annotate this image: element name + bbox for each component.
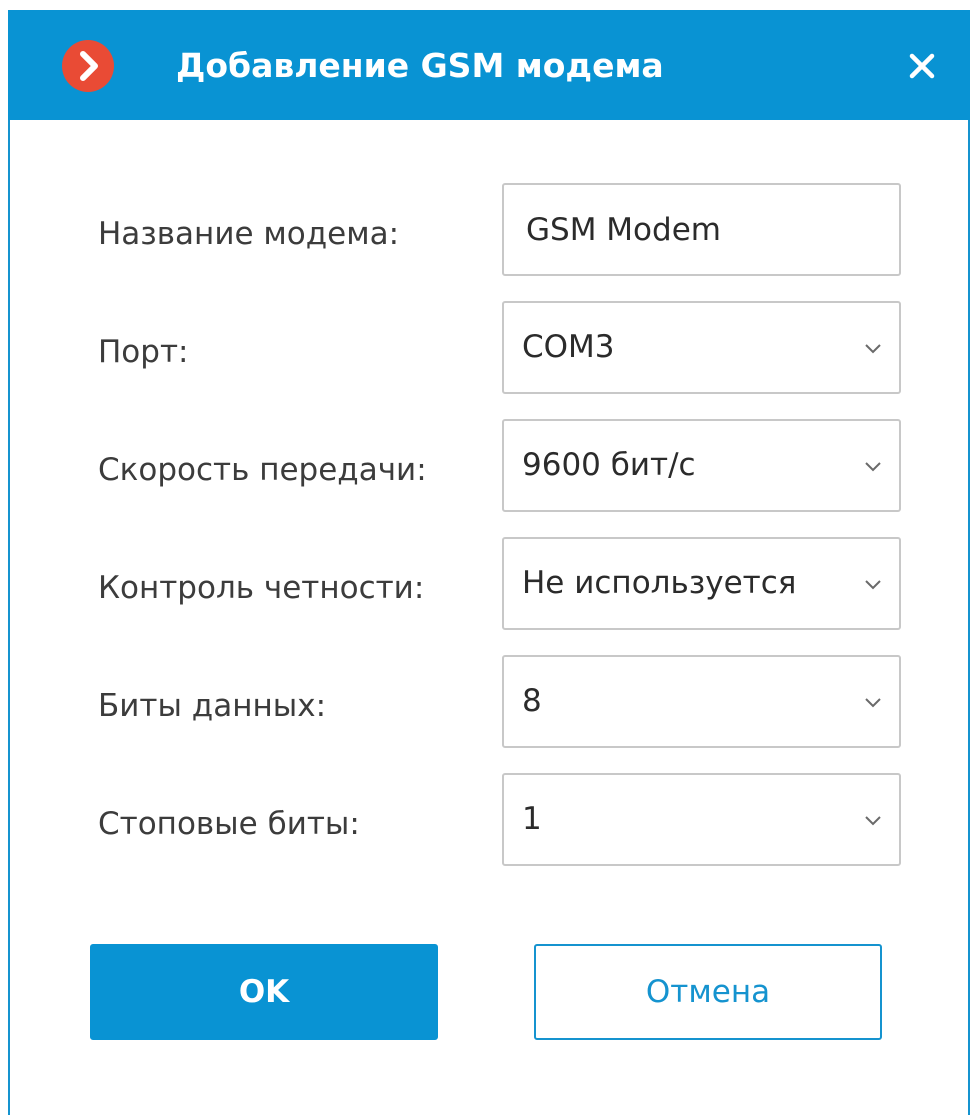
ok-button[interactable]: OK <box>90 944 438 1040</box>
dialog-title: Добавление GSM модема <box>176 46 664 85</box>
stop-bits-select[interactable]: 1 <box>502 773 901 866</box>
modem-name-input[interactable] <box>504 185 899 274</box>
parity-value: Не используется <box>522 565 797 601</box>
port-value: COM3 <box>522 329 615 365</box>
modem-name-field-box <box>502 183 901 276</box>
chevron-down-icon <box>863 813 883 827</box>
chevron-down-icon <box>863 459 883 473</box>
baud-rate-value: 9600 бит/с <box>522 447 696 483</box>
parity-select[interactable]: Не используется <box>502 537 901 630</box>
chevron-down-icon <box>863 695 883 709</box>
baud-rate-select[interactable]: 9600 бит/с <box>502 419 901 512</box>
data-bits-select[interactable]: 8 <box>502 655 901 748</box>
cancel-button[interactable]: Отмена <box>534 944 882 1040</box>
baud-rate-label: Скорость передачи: <box>98 452 427 488</box>
data-bits-label: Биты данных: <box>98 688 327 724</box>
stop-bits-label: Стоповые биты: <box>98 806 360 842</box>
parity-label: Контроль четности: <box>98 570 425 606</box>
data-bits-value: 8 <box>522 683 542 719</box>
app-logo-icon <box>62 40 114 92</box>
close-icon <box>909 53 935 79</box>
stop-bits-value: 1 <box>522 801 542 837</box>
chevron-down-icon <box>863 577 883 591</box>
port-label: Порт: <box>98 334 189 370</box>
title-bar: Добавление GSM модема <box>8 10 970 120</box>
close-button[interactable] <box>902 46 942 86</box>
chevron-down-icon <box>863 341 883 355</box>
modem-name-label: Название модема: <box>98 216 400 252</box>
port-select[interactable]: COM3 <box>502 301 901 394</box>
add-gsm-modem-dialog: Добавление GSM модема Название модема: П… <box>8 10 970 1115</box>
